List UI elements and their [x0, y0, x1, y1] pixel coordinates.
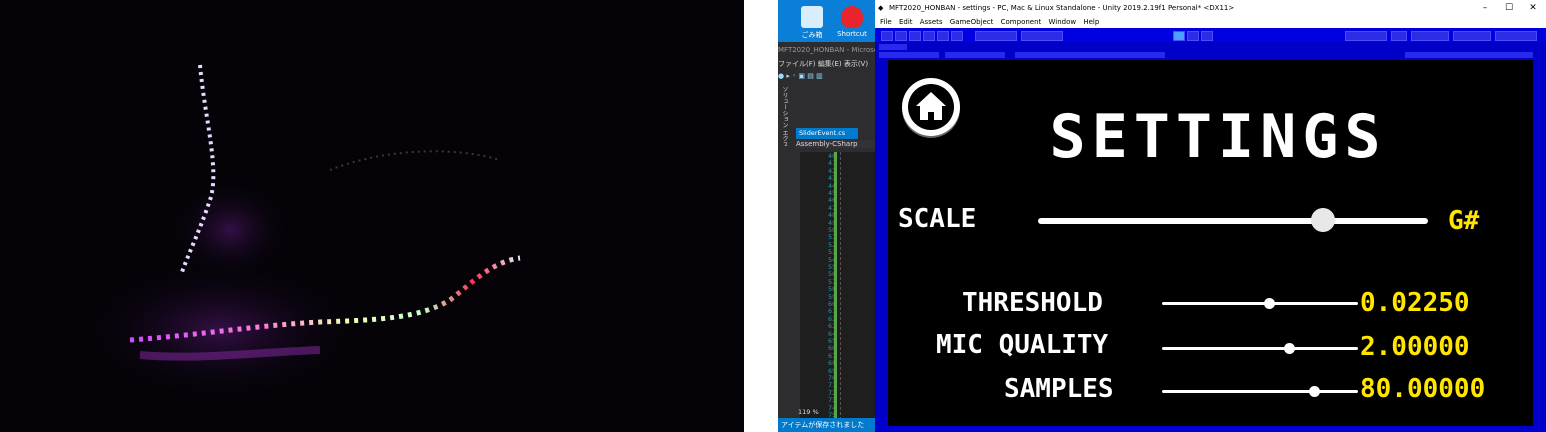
game-view: SETTINGS SCALE G# THRESHOLD 0.02250 MIC …: [888, 60, 1533, 426]
scale-slider-editor[interactable]: [1015, 52, 1165, 58]
display-dropdown[interactable]: [879, 52, 939, 58]
desktop-icon-label: Shortcut: [837, 30, 867, 38]
desktop-screenshot: ごみ箱 Shortcut MFT2020_HONBAN - Microsoft …: [778, 0, 1546, 432]
close-button[interactable]: ✕: [1522, 0, 1544, 17]
transform-tool-button[interactable]: [951, 31, 963, 41]
cloud-button[interactable]: [1391, 31, 1407, 41]
unity-title: MFT2020_HONBAN - settings - PC, Mac & Li…: [889, 4, 1235, 12]
game-view-border-left: [875, 60, 888, 432]
maximize-on-play-toggles[interactable]: [1405, 52, 1533, 58]
samples-slider-knob[interactable]: [1309, 386, 1321, 397]
layout-dropdown[interactable]: [1495, 31, 1537, 41]
menu-gameobject[interactable]: GameObject: [950, 18, 994, 26]
scale-tool-button[interactable]: [923, 31, 935, 41]
pause-button[interactable]: [1187, 31, 1199, 41]
vs-project-selector[interactable]: Assembly-CSharp: [796, 140, 878, 148]
move-tool-button[interactable]: [895, 31, 907, 41]
maximize-button[interactable]: ☐: [1498, 0, 1520, 17]
mic-quality-slider-knob[interactable]: [1283, 343, 1295, 354]
pivot-toggle[interactable]: [975, 31, 1017, 41]
menu-edit[interactable]: Edit: [899, 18, 913, 26]
game-tab[interactable]: [879, 44, 907, 50]
recycle-bin-icon: [801, 6, 823, 28]
unity-toolbar: [875, 28, 1546, 42]
vs-menu[interactable]: ファイル(F) 編集(E) 表示(V): [778, 59, 878, 69]
vs-toolbar-icons[interactable]: ● ▸ ◦ ▣ ▤ ▥: [778, 72, 878, 80]
account-dropdown[interactable]: [1411, 31, 1449, 41]
play-button[interactable]: [1173, 31, 1185, 41]
vs-change-bar: [834, 152, 837, 432]
led-strip-image: [80, 64, 521, 400]
home-button-inner: [908, 84, 954, 130]
scale-slider-track[interactable]: [1038, 218, 1428, 224]
hand-tool-button[interactable]: [881, 31, 893, 41]
home-button[interactable]: [902, 78, 960, 136]
home-icon: [916, 92, 946, 120]
threshold-label: THRESHOLD: [962, 288, 1103, 318]
vs-status-bar: アイテムが保存されました: [778, 418, 878, 432]
heart-shortcut-icon: [841, 6, 863, 28]
mic-quality-value: 2.00000: [1360, 332, 1470, 362]
unity-menu-bar: File Edit Assets GameObject Component Wi…: [875, 17, 1546, 28]
vs-code-area[interactable]: [840, 152, 879, 420]
aspect-dropdown[interactable]: [945, 52, 1005, 58]
mic-quality-slider-track[interactable]: [1162, 347, 1358, 350]
game-view-border-right: [1533, 60, 1546, 432]
scale-value: G#: [1448, 206, 1480, 236]
samples-label: SAMPLES: [1004, 374, 1114, 404]
menu-assets[interactable]: Assets: [920, 18, 943, 26]
unity-title-bar: ◆ MFT2020_HONBAN - settings - PC, Mac & …: [875, 0, 1546, 17]
led-strip-photo: [0, 0, 744, 432]
collab-button[interactable]: [1345, 31, 1387, 41]
settings-title: SETTINGS: [1049, 102, 1387, 172]
unity-logo-icon: ◆: [878, 4, 884, 12]
scale-label: SCALE: [898, 204, 977, 234]
unity-window: ◆ MFT2020_HONBAN - settings - PC, Mac & …: [875, 0, 1546, 432]
visual-studio-window: MFT2020_HONBAN - Microsoft ファイル(F) 編集(E)…: [778, 42, 879, 432]
threshold-value: 0.02250: [1360, 288, 1470, 318]
vs-side-tab[interactable]: ソリューション エクスプローラー: [781, 86, 789, 146]
samples-slider-track[interactable]: [1162, 390, 1358, 393]
mic-quality-label: MIC QUALITY: [936, 330, 1109, 360]
global-toggle[interactable]: [1021, 31, 1063, 41]
samples-value: 80.00000: [1360, 374, 1486, 404]
unity-status-bar: [875, 426, 1546, 432]
threshold-slider-track[interactable]: [1162, 302, 1358, 305]
menu-window[interactable]: Window: [1049, 18, 1077, 26]
layers-dropdown[interactable]: [1453, 31, 1491, 41]
rect-tool-button[interactable]: [937, 31, 949, 41]
scale-slider-knob[interactable]: [1310, 208, 1335, 232]
vs-file-tab[interactable]: SliderEvent.cs: [796, 128, 858, 139]
vs-title: MFT2020_HONBAN - Microsoft: [778, 46, 878, 54]
menu-component[interactable]: Component: [1001, 18, 1042, 26]
game-view-header: [875, 42, 1546, 60]
rotate-tool-button[interactable]: [909, 31, 921, 41]
desktop-icon-shortcut[interactable]: Shortcut: [824, 2, 880, 38]
menu-file[interactable]: File: [880, 18, 892, 26]
threshold-slider-knob[interactable]: [1264, 298, 1276, 309]
minimize-button[interactable]: –: [1474, 0, 1496, 17]
step-button[interactable]: [1201, 31, 1213, 41]
menu-help[interactable]: Help: [1083, 18, 1099, 26]
